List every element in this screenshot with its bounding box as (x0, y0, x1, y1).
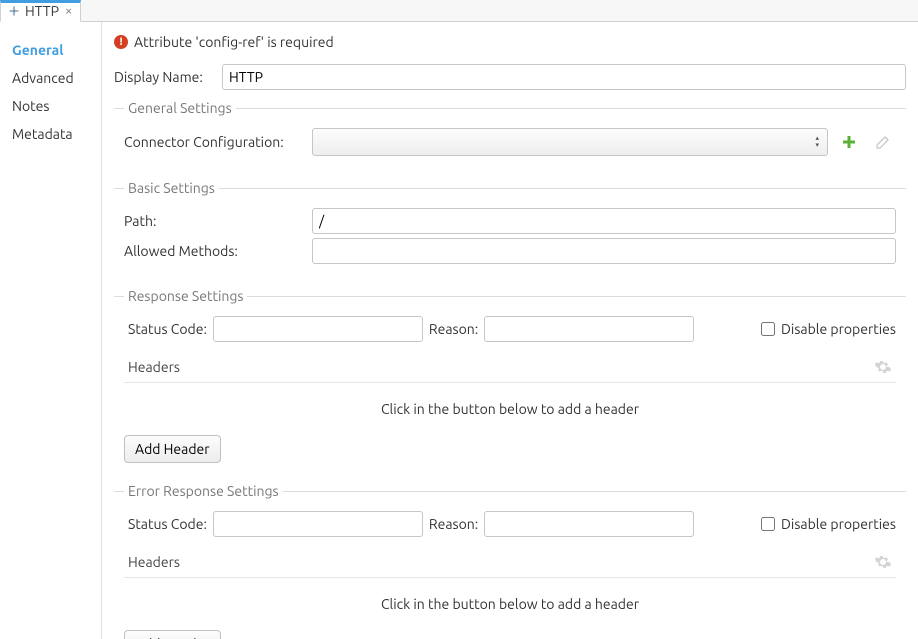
reason-label: Reason: (429, 516, 478, 532)
pencil-icon (875, 134, 891, 150)
display-name-input[interactable] (222, 64, 906, 90)
allowed-methods-row: Allowed Methods: (124, 238, 896, 264)
mule-icon (7, 4, 21, 18)
error-response-status-row: Status Code: Reason: Disable properties (124, 511, 896, 537)
fieldset-basic-settings: Basic Settings Path: Allowed Methods: (114, 180, 906, 278)
fieldset-general-settings: General Settings Connector Configuration… (114, 100, 906, 170)
error-icon: ! (114, 35, 128, 49)
reason-input[interactable] (484, 316, 694, 342)
path-input[interactable] (312, 208, 896, 234)
headers-help-text: Click in the button below to add a heade… (124, 578, 896, 630)
allowed-methods-input[interactable] (312, 238, 896, 264)
fieldset-error-response-settings: Error Response Settings Status Code: Rea… (114, 483, 906, 639)
path-row: Path: (124, 208, 896, 234)
plus-icon (841, 134, 857, 150)
tab-label: HTTP (25, 3, 59, 19)
sidebar-item-label: Metadata (12, 126, 73, 142)
display-name-label: Display Name: (114, 69, 214, 85)
disable-properties-label: Disable properties (781, 321, 896, 337)
legend-basic-settings: Basic Settings (124, 180, 219, 196)
status-code-input[interactable] (213, 511, 423, 537)
response-headers-block: Headers Click in the button below to add… (124, 352, 896, 463)
connector-config-row: Connector Configuration: ▴▾ (124, 128, 896, 156)
legend-error-response-settings: Error Response Settings (124, 483, 283, 499)
sidebar-item-label: General (12, 42, 64, 58)
sidebar-item-metadata[interactable]: Metadata (0, 120, 101, 148)
sidebar-item-general[interactable]: General (0, 36, 101, 64)
response-status-row: Status Code: Reason: Disable properties (124, 316, 896, 342)
headers-title: Headers (128, 359, 180, 375)
status-code-label: Status Code: (124, 516, 207, 532)
sidebar-item-label: Advanced (12, 70, 74, 86)
path-label: Path: (124, 213, 304, 229)
sidebar-item-label: Notes (12, 98, 49, 114)
add-header-button[interactable]: Add Header (124, 630, 221, 639)
error-response-headers-block: Headers Click in the button below to add… (124, 547, 896, 639)
add-config-button[interactable] (836, 129, 862, 155)
spinner-icon: ▴▾ (815, 135, 819, 149)
editor-tabbar: HTTP × (0, 0, 918, 22)
close-icon[interactable]: × (65, 4, 72, 18)
edit-config-button (870, 129, 896, 155)
add-header-button[interactable]: Add Header (124, 435, 221, 463)
properties-sidebar: General Advanced Notes Metadata (0, 22, 102, 639)
fieldset-response-settings: Response Settings Status Code: Reason: D… (114, 288, 906, 473)
connector-config-label: Connector Configuration: (124, 134, 304, 150)
error-text: Attribute 'config-ref' is required (134, 34, 334, 50)
sidebar-item-notes[interactable]: Notes (0, 92, 101, 120)
disable-properties-label: Disable properties (781, 516, 896, 532)
status-code-label: Status Code: (124, 321, 207, 337)
disable-properties-checkbox[interactable] (761, 517, 775, 531)
connector-config-combo[interactable]: ▴▾ (312, 128, 828, 156)
headers-help-text: Click in the button below to add a heade… (124, 383, 896, 435)
status-code-input[interactable] (213, 316, 423, 342)
gear-icon[interactable] (874, 553, 892, 571)
display-name-row: Display Name: (114, 64, 906, 90)
legend-general-settings: General Settings (124, 100, 236, 116)
legend-response-settings: Response Settings (124, 288, 247, 304)
properties-panel: ! Attribute 'config-ref' is required Dis… (102, 22, 918, 639)
headers-title: Headers (128, 554, 180, 570)
reason-input[interactable] (484, 511, 694, 537)
allowed-methods-label: Allowed Methods: (124, 243, 304, 259)
tab-http[interactable]: HTTP × (0, 0, 81, 22)
gear-icon[interactable] (874, 358, 892, 376)
disable-properties-checkbox[interactable] (761, 322, 775, 336)
sidebar-item-advanced[interactable]: Advanced (0, 64, 101, 92)
reason-label: Reason: (429, 321, 478, 337)
validation-error: ! Attribute 'config-ref' is required (114, 28, 906, 60)
